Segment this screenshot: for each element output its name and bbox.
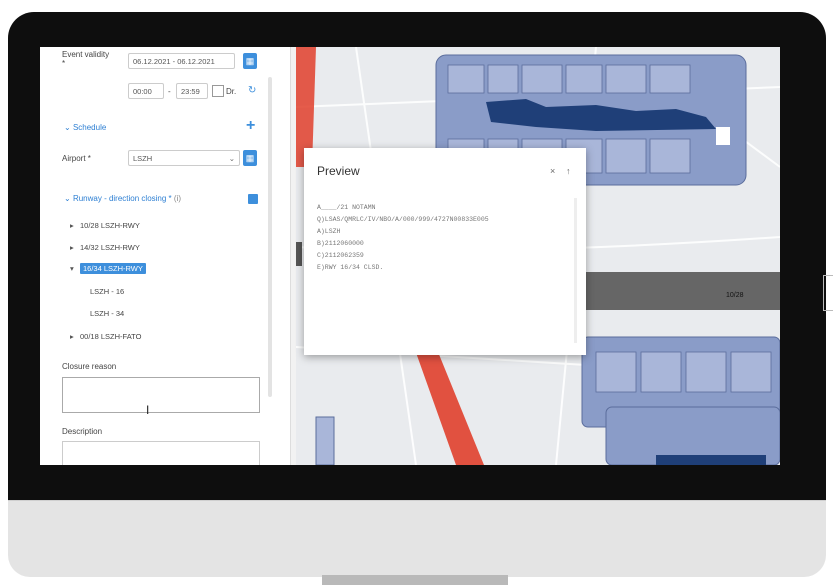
runway-label: 10/28 <box>726 292 744 299</box>
tree-item-rwy-16-34[interactable]: ▾ 16/34 LSZH-RWY <box>70 263 146 274</box>
calendar-button[interactable]: ▦ <box>243 53 257 69</box>
airport-label: Airport * <box>62 154 91 163</box>
daily-checkbox[interactable] <box>212 85 224 97</box>
info-icon: (i) <box>171 194 181 203</box>
panel-scrollbar[interactable] <box>268 77 272 397</box>
tree-item-rwy-14-32[interactable]: ▸ 14/32 LSZH-RWY <box>70 243 140 252</box>
tree-item-rwy-10-28[interactable]: ▸ 10/28 LSZH-RWY <box>70 221 140 230</box>
notam-line: E)RWY 16/34 CLSD. <box>317 264 384 271</box>
runway-section[interactable]: ⌄ Runway - direction closing * (i) <box>64 194 181 203</box>
chevron-down-icon: ⌄ <box>64 123 73 132</box>
caret-right-icon: ▸ <box>70 332 74 341</box>
description-label: Description <box>62 427 103 436</box>
text-cursor-icon: I <box>146 403 150 417</box>
date-range-input[interactable]: 06.12.2021 - 06.12.2021 <box>128 53 235 69</box>
tree-item-lszh-34[interactable]: LSZH - 34 <box>90 309 124 318</box>
notam-line: Q)LSAS/QMRLC/IV/NBO/A/000/999/4727N00833… <box>317 216 489 223</box>
airport-picker-button[interactable]: ▦ <box>243 150 257 166</box>
daily-label: Dr. <box>226 87 237 96</box>
refresh-icon[interactable]: ↻ <box>248 85 256 96</box>
closure-reason-textarea[interactable] <box>62 377 260 413</box>
caret-right-icon: ▸ <box>70 243 74 252</box>
notam-line: C)2112062359 <box>317 252 364 259</box>
list-icon[interactable] <box>248 194 258 204</box>
background-frame <box>823 275 833 311</box>
description-textarea[interactable] <box>62 441 260 465</box>
notam-line: A)LSZH <box>317 228 341 235</box>
chevron-down-icon: ⌄ <box>228 154 235 163</box>
screen: Event validity * 06.12.2021 - 06.12.2021… <box>40 47 780 465</box>
event-validity-label: Event validity * <box>62 50 110 68</box>
minimize-icon[interactable]: × <box>550 166 555 176</box>
time-separator: - <box>168 87 171 96</box>
airport-select[interactable]: LSZH ⌄ <box>128 150 240 166</box>
preview-scrollbar[interactable] <box>574 198 577 343</box>
time-from-input[interactable]: 00:00 <box>128 83 164 99</box>
caret-down-icon: ▾ <box>70 264 74 273</box>
monitor-stand <box>322 575 508 585</box>
caret-right-icon: ▸ <box>70 221 74 230</box>
monitor-chin <box>8 500 826 577</box>
add-schedule-button[interactable]: + <box>246 117 255 135</box>
chevron-down-icon: ⌄ <box>64 194 73 203</box>
close-icon[interactable]: ↑ <box>566 166 571 176</box>
preview-title: Preview <box>317 164 360 178</box>
preview-dialog: Preview × ↑ A____/21 NOTAMN Q)LSAS/QMRLC/… <box>304 148 586 355</box>
time-to-input[interactable]: 23:59 <box>176 83 208 99</box>
notam-line: B)2112060000 <box>317 240 364 247</box>
closure-reason-label: Closure reason <box>62 362 117 371</box>
tree-item-fato[interactable]: ▸ 00/18 LSZH-FATO <box>70 332 141 341</box>
notam-line: A____/21 NOTAMN <box>317 204 376 211</box>
tree-item-lszh-16[interactable]: LSZH - 16 <box>90 287 124 296</box>
schedule-section[interactable]: ⌄ Schedule <box>64 123 106 132</box>
closure-form-panel: Event validity * 06.12.2021 - 06.12.2021… <box>40 47 290 465</box>
notam-text: A____/21 NOTAMN Q)LSAS/QMRLC/IV/NBO/A/000… <box>317 202 489 274</box>
